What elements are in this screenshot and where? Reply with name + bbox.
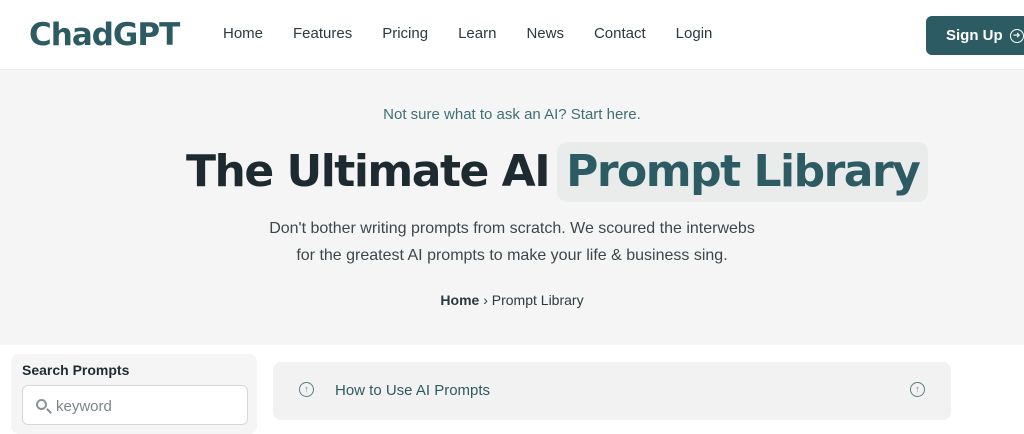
hero-section: Not sure what to ask an AI? Start here. … [0,70,1024,345]
sign-up-button[interactable]: Sign Up ➜ [926,16,1024,55]
accordion-how-to-use[interactable]: ↑ How to Use AI Prompts ↑ [273,362,951,420]
breadcrumb-home-link[interactable]: Home [440,292,479,308]
sign-up-label: Sign Up [946,27,1003,44]
hero-tagline: Not sure what to ask an AI? Start here. [383,106,641,123]
breadcrumb: Home › Prompt Library [0,292,1024,308]
hero-description-line-1: Don't bother writing prompts from scratc… [269,220,755,237]
search-input[interactable] [56,395,241,417]
nav-learn[interactable]: Learn [458,24,496,44]
page-title-highlight: Prompt Library [557,142,929,202]
breadcrumb-separator: › [483,292,488,308]
page-title-main: The Ultimate AI [186,146,551,197]
arrow-up-circle-icon: ↑ [299,382,314,397]
expand-toggle-icon[interactable]: ↑ [910,382,925,397]
hero-description: Don't bother writing prompts from scratc… [0,215,1024,269]
nav-contact[interactable]: Contact [594,24,646,44]
search-sidebar: Search Prompts [11,354,257,434]
site-logo[interactable]: ChadGPT [29,15,180,55]
search-icon [36,399,47,410]
main-nav: Home Features Pricing Learn News Contact… [223,24,742,44]
nav-features[interactable]: Features [293,24,352,44]
site-header: ChadGPT Home Features Pricing Learn News… [0,0,1024,70]
accordion-title: How to Use AI Prompts [335,382,491,399]
nav-login[interactable]: Login [676,24,713,44]
search-prompts-label: Search Prompts [22,362,130,378]
arrow-right-circle-icon: ➜ [1009,28,1024,43]
search-box[interactable] [22,385,248,425]
hero-description-line-2: for the greatest AI prompts to make your… [296,247,728,264]
nav-pricing[interactable]: Pricing [382,24,428,44]
nav-home[interactable]: Home [223,24,263,44]
page-title: The Ultimate AI Prompt Library [186,142,929,202]
breadcrumb-current: Prompt Library [491,292,584,308]
nav-news[interactable]: News [526,24,564,44]
